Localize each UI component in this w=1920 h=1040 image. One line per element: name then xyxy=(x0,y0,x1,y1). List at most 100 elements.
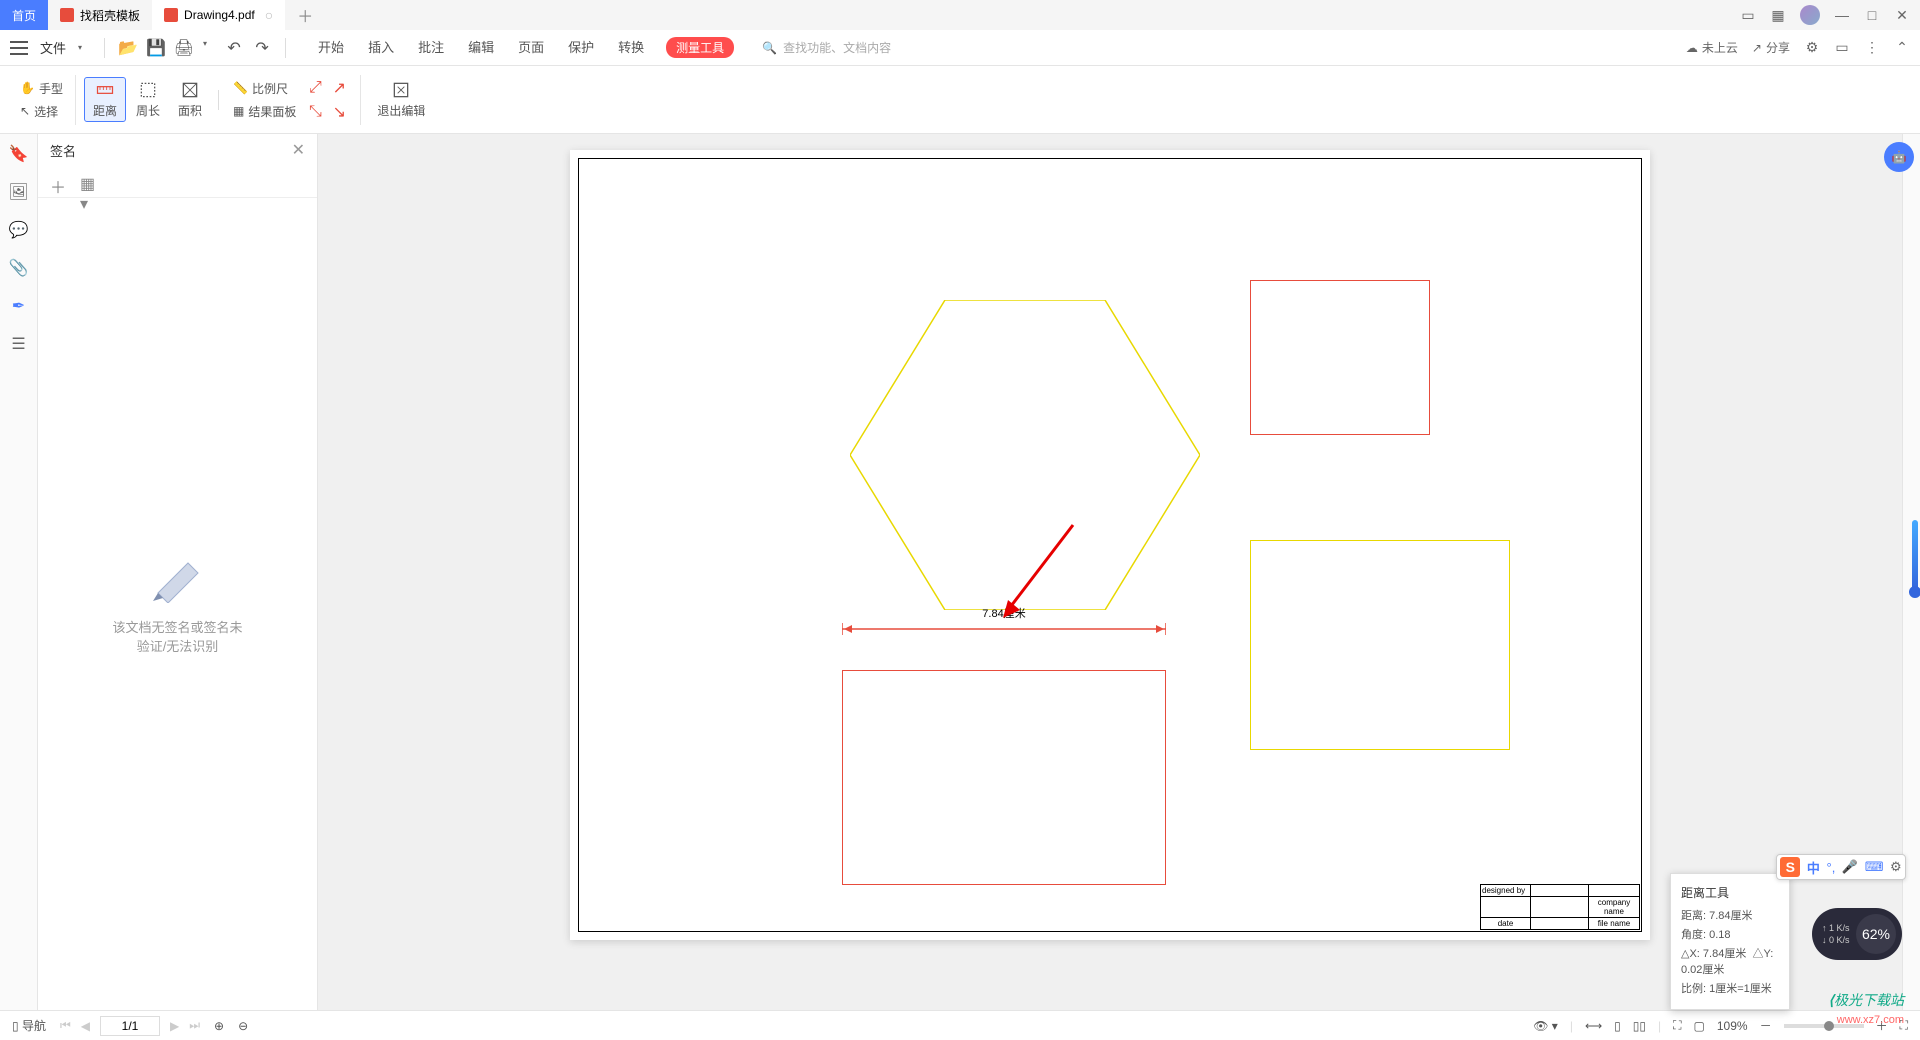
tab-measure[interactable]: 测量工具 xyxy=(666,37,734,58)
nav-toggle[interactable]: ▯ 导航 xyxy=(12,1017,46,1034)
diag3-icon[interactable]: ↗ xyxy=(330,79,348,97)
prev-page-icon[interactable]: ◀ xyxy=(81,1019,90,1033)
open-icon[interactable]: 📂 xyxy=(119,39,137,57)
diag4-icon[interactable]: ↘ xyxy=(330,103,348,121)
tab-comment[interactable]: 批注 xyxy=(416,37,446,58)
avatar[interactable] xyxy=(1800,5,1820,25)
tab-protect[interactable]: 保护 xyxy=(566,37,596,58)
tab-document[interactable]: Drawing4.pdf ○ xyxy=(152,0,285,30)
save-icon[interactable]: 💾 xyxy=(147,39,165,57)
redo-icon[interactable]: ↷ xyxy=(253,39,271,57)
hamburger-icon[interactable] xyxy=(10,41,28,55)
attachment-icon[interactable]: 📎 xyxy=(9,258,29,278)
zoom-out-icon[interactable]: ⊖ xyxy=(238,1019,248,1033)
perimeter-icon xyxy=(138,80,158,100)
first-page-icon[interactable]: ⏮ xyxy=(60,1018,71,1033)
tab-start[interactable]: 开始 xyxy=(316,37,346,58)
grid-icon[interactable]: ▦ xyxy=(1770,7,1786,23)
area-tool[interactable]: 面积 xyxy=(170,78,210,121)
speed-percentage: 62% xyxy=(1856,914,1896,954)
distance-tool[interactable]: 距离 xyxy=(84,77,126,122)
minimize-icon[interactable]: — xyxy=(1834,7,1850,23)
search-box[interactable]: 🔍 查找功能、文档内容 xyxy=(762,39,891,56)
fit-width-icon[interactable]: ⟷ xyxy=(1585,1019,1602,1033)
tab-convert[interactable]: 转换 xyxy=(616,37,646,58)
close-icon[interactable]: ✕ xyxy=(1894,7,1910,23)
distance-icon xyxy=(95,80,115,100)
more-icon[interactable]: ⋮ xyxy=(1864,40,1880,56)
ime-keyboard-icon[interactable]: ⌨ xyxy=(1865,859,1884,875)
window-icon[interactable]: ▭ xyxy=(1834,40,1850,56)
crop-icon[interactable]: ⛶ xyxy=(1673,1018,1681,1033)
tab-home[interactable]: 首页 xyxy=(0,0,48,30)
panel-title: 签名 xyxy=(50,141,76,160)
scale-tool[interactable]: 📏比例尺 xyxy=(233,80,296,97)
list-icon[interactable]: ▦ ▾ xyxy=(80,174,96,190)
tab-insert[interactable]: 插入 xyxy=(366,37,396,58)
title-bar: 首页 找稻壳模板 Drawing4.pdf ○ ＋ ▭ ▦ — □ ✕ xyxy=(0,0,1920,30)
ime-bar[interactable]: S 中 °, 🎤 ⌨ ⚙ xyxy=(1776,854,1906,880)
ime-punct-icon[interactable]: °, xyxy=(1827,860,1836,875)
tab-template[interactable]: 找稻壳模板 xyxy=(48,0,152,30)
new-tab-button[interactable]: ＋ xyxy=(285,3,325,27)
maximize-icon[interactable]: □ xyxy=(1864,7,1880,23)
divider xyxy=(104,38,105,58)
print-icon[interactable]: 🖨 xyxy=(175,39,193,57)
select-tool[interactable]: ↖选择 xyxy=(20,103,63,120)
undo-icon[interactable]: ↶ xyxy=(225,39,243,57)
result-panel-tool[interactable]: ▦结果面板 xyxy=(233,103,296,120)
zoom-level[interactable]: 109% xyxy=(1717,1019,1748,1033)
tab-page[interactable]: 页面 xyxy=(516,37,546,58)
add-icon[interactable]: ＋ xyxy=(50,174,66,190)
bookmark-icon[interactable]: 🔖 xyxy=(9,144,29,164)
last-page-icon[interactable]: ⏭ xyxy=(189,1018,200,1033)
rect-shape xyxy=(1250,540,1510,750)
floating-action-button[interactable]: 🤖 xyxy=(1884,142,1914,172)
layout-icon[interactable]: ▭ xyxy=(1740,7,1756,23)
signature-icon[interactable]: ✒ xyxy=(9,296,29,316)
two-page-icon[interactable]: ▯▯ xyxy=(1633,1019,1646,1033)
exit-edit-tool[interactable]: 退出编辑 xyxy=(369,78,433,121)
page-input[interactable] xyxy=(100,1016,160,1036)
zoom-in-icon[interactable]: ⊕ xyxy=(214,1019,224,1033)
panel-close-icon[interactable]: ✕ xyxy=(292,140,305,160)
eye-icon[interactable]: 👁 ▾ xyxy=(1533,1019,1558,1033)
canvas-area[interactable]: 7.84厘米 designed by company name datefile… xyxy=(318,134,1902,1010)
empty-text: 验证/无法识别 xyxy=(137,636,219,655)
status-bar: ▯ 导航 ⏮ ◀ ▶ ⏭ ⊕ ⊖ 👁 ▾ | ⟷ ▯ ▯▯ | ⛶ ▢ 109%… xyxy=(0,1010,1920,1040)
perimeter-tool[interactable]: 周长 xyxy=(128,78,168,121)
ime-lang[interactable]: 中 xyxy=(1807,858,1820,877)
single-page-icon[interactable]: ▯ xyxy=(1614,1019,1621,1033)
upload-speed: ↑ 1 K/s xyxy=(1822,923,1850,933)
chevron-down-icon[interactable]: ▾ xyxy=(203,39,207,57)
thermometer-widget xyxy=(1912,520,1918,590)
rotate-icon[interactable]: ▢ xyxy=(1694,1019,1705,1033)
diag1-icon[interactable]: ⤢ xyxy=(306,79,324,97)
toolbar: ✋手型 ↖选择 距离 周长 面积 📏比例尺 ▦结果面板 ⤢ ⤡ ↗ ↘ 退出编辑 xyxy=(0,66,1920,134)
share-button[interactable]: ↗ 分享 xyxy=(1752,39,1790,56)
rect-shape xyxy=(1250,280,1430,435)
hand-tool[interactable]: ✋手型 xyxy=(20,80,63,97)
network-speed-widget[interactable]: ↑ 1 K/s ↓ 0 K/s 62% xyxy=(1812,908,1902,960)
image-icon[interactable]: 🖼 xyxy=(9,182,29,202)
cloud-status[interactable]: ☁ 未上云 xyxy=(1686,39,1738,56)
diag2-icon[interactable]: ⤡ xyxy=(306,103,324,121)
ime-settings-icon[interactable]: ⚙ xyxy=(1890,859,1902,875)
search-placeholder: 查找功能、文档内容 xyxy=(783,39,891,56)
file-menu[interactable]: 文件 xyxy=(40,38,66,57)
layers-icon[interactable]: ☰ xyxy=(9,334,29,354)
ime-mic-icon[interactable]: 🎤 xyxy=(1842,859,1858,875)
chevron-down-icon[interactable]: ▾ xyxy=(78,43,82,52)
gear-icon[interactable]: ⚙ xyxy=(1804,40,1820,56)
next-page-icon[interactable]: ▶ xyxy=(170,1019,179,1033)
zoom-slider[interactable] xyxy=(1784,1024,1864,1028)
rect-shape xyxy=(842,670,1166,885)
collapse-icon[interactable]: ⌃ xyxy=(1894,40,1910,56)
measurement-panel[interactable]: 距离工具 距离: 7.84厘米 角度: 0.18 △X: 7.84厘米 △Y: … xyxy=(1670,873,1790,1010)
tab-edit[interactable]: 编辑 xyxy=(466,37,496,58)
comment-icon[interactable]: 💬 xyxy=(9,220,29,240)
tab-label: Drawing4.pdf xyxy=(184,8,255,22)
zoom-out-btn[interactable]: － xyxy=(1760,1017,1772,1034)
ime-logo-icon: S xyxy=(1780,857,1800,877)
left-panel: 签名 ✕ ＋ ▦ ▾ 该文档无签名或签名未 验证/无法识别 xyxy=(38,134,318,1010)
